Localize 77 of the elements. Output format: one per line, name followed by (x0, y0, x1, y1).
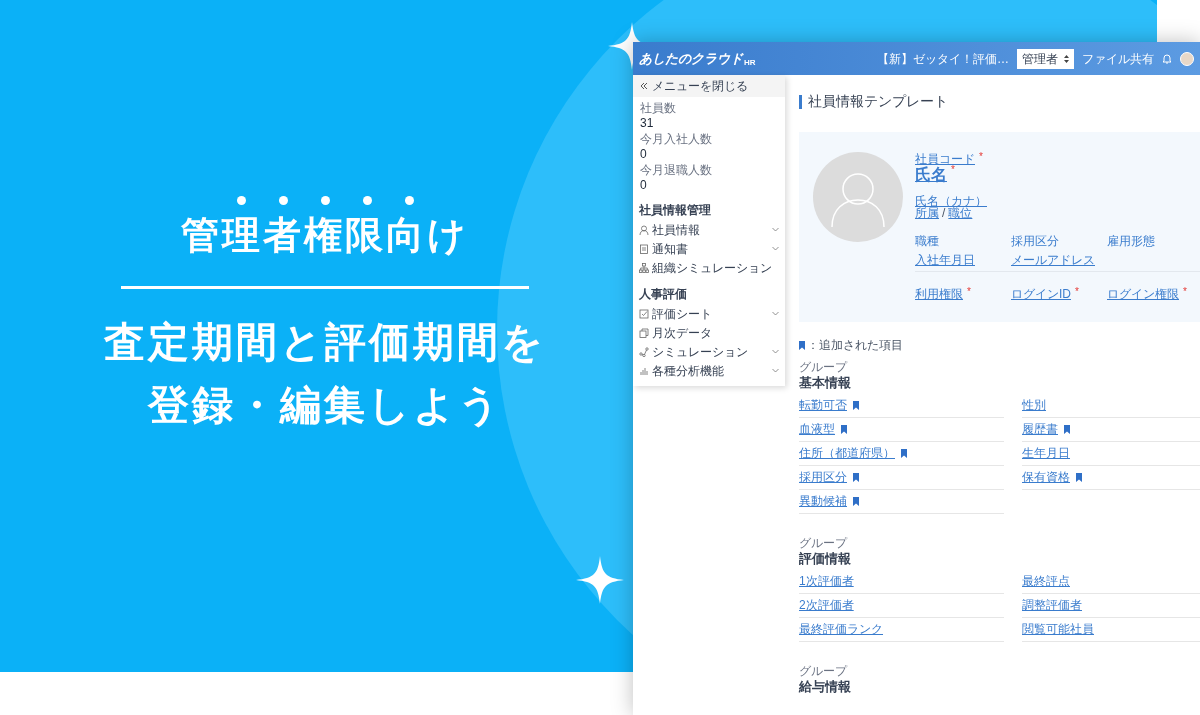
field-link[interactable]: 所属 (915, 206, 939, 221)
group-title: 評価情報 (799, 550, 852, 568)
field-link[interactable]: 氏名 (915, 165, 947, 185)
required-mark: * (1183, 287, 1187, 297)
field-link[interactable]: メールアドレス (1011, 253, 1095, 268)
stat-label: 社員数 (640, 101, 677, 116)
required-mark: * (1075, 287, 1079, 297)
field-link[interactable]: 利用権限 (915, 287, 963, 302)
bookmark-icon (799, 340, 805, 350)
field-link[interactable]: 住所（都道府県） (799, 446, 895, 461)
person-icon (639, 224, 649, 235)
field-link[interactable]: 生年月日 (1022, 446, 1070, 461)
field-link[interactable]: 調整評価者 (1022, 598, 1082, 613)
field-link[interactable]: 入社年月日 (915, 253, 975, 268)
field-link[interactable]: 閲覧可能社員 (1022, 622, 1094, 637)
document-icon (639, 243, 649, 254)
sparkle-icon (576, 556, 624, 604)
group-caption: グループ (799, 360, 849, 374)
required-mark: * (967, 287, 971, 297)
field-label: 雇用形態 (1107, 234, 1155, 248)
bell-icon[interactable] (1162, 53, 1172, 64)
stat-value: 31 (640, 116, 655, 131)
page-title: 社員情報テンプレート (808, 92, 948, 111)
sort-arrows-icon (1064, 54, 1069, 63)
group-title: 給与情報 (799, 678, 852, 696)
field-link[interactable]: 最終評価ランク (799, 622, 883, 637)
sidebar-item[interactable]: 評価シート (639, 304, 779, 323)
bar-chart-icon (639, 365, 649, 376)
field-link[interactable]: ログイン権限 (1107, 287, 1179, 302)
stat-value: 0 (640, 147, 648, 162)
section-title: 社員情報管理 (639, 203, 712, 218)
field-link[interactable]: 職位 (948, 206, 973, 221)
field-link[interactable]: 血液型 (799, 422, 835, 437)
sidebar-item[interactable]: 各種分析機能 (639, 361, 779, 380)
sidebar-item[interactable]: 通知書 (639, 239, 779, 258)
copy-icon (639, 327, 649, 338)
sidebar-item[interactable]: 組織シミュレーション (639, 258, 779, 277)
stat-label: 今月入社人数 (640, 132, 713, 147)
field-link[interactable]: 1次評価者 (799, 574, 854, 589)
required-mark: * (979, 152, 983, 162)
close-menu-button[interactable]: メニューを閉じる (633, 75, 785, 97)
sidebar-item[interactable]: 月次データ (639, 323, 779, 342)
separator: / (942, 206, 946, 221)
field-label: 職種 (915, 234, 939, 248)
sidebar-item[interactable]: 社員情報 (639, 220, 779, 239)
checkbox-icon (639, 308, 649, 319)
field-link[interactable]: ログインID (1011, 287, 1071, 302)
field-link[interactable]: 性別 (1022, 398, 1046, 413)
page-background (1157, 0, 1200, 42)
title-accent-bar (799, 94, 802, 109)
avatar[interactable] (1180, 51, 1194, 66)
headline-line: 登録・編集しよう (147, 381, 503, 430)
nodes-icon (639, 346, 649, 357)
stat-value: 0 (640, 178, 648, 193)
headline-line: 査定期間と評価期間を (104, 318, 546, 367)
section-title: 人事評価 (639, 287, 688, 302)
double-chevron-icon (640, 82, 648, 90)
notice-link[interactable]: 【新】ゼッタイ！評価… (877, 49, 1009, 68)
org-chart-icon (639, 262, 649, 273)
sidebar-item[interactable]: シミュレーション (639, 342, 779, 361)
field-link[interactable]: 履歴書 (1022, 422, 1058, 437)
role-select[interactable]: 管理者 (1017, 48, 1074, 69)
field-link[interactable]: 保有資格 (1022, 470, 1070, 485)
headline: 管理者権限向け (181, 213, 469, 258)
field-link[interactable]: 採用区分 (799, 470, 847, 485)
field-link[interactable]: 異動候補 (799, 494, 847, 509)
field-link[interactable]: 2次評価者 (799, 598, 854, 613)
group-title: 基本情報 (799, 374, 852, 392)
field-label: 採用区分 (1011, 234, 1059, 248)
stat-label: 今月退職人数 (640, 163, 713, 178)
field-link[interactable]: 転勤可否 (799, 398, 847, 413)
group-caption: グループ (799, 536, 849, 550)
legend-text: ：追加された項目 (807, 337, 903, 354)
required-mark: * (951, 165, 955, 175)
field-link[interactable]: 最終評点 (1022, 574, 1070, 589)
file-share-link[interactable]: ファイル共有 (1082, 49, 1154, 68)
group-caption: グループ (799, 664, 849, 678)
